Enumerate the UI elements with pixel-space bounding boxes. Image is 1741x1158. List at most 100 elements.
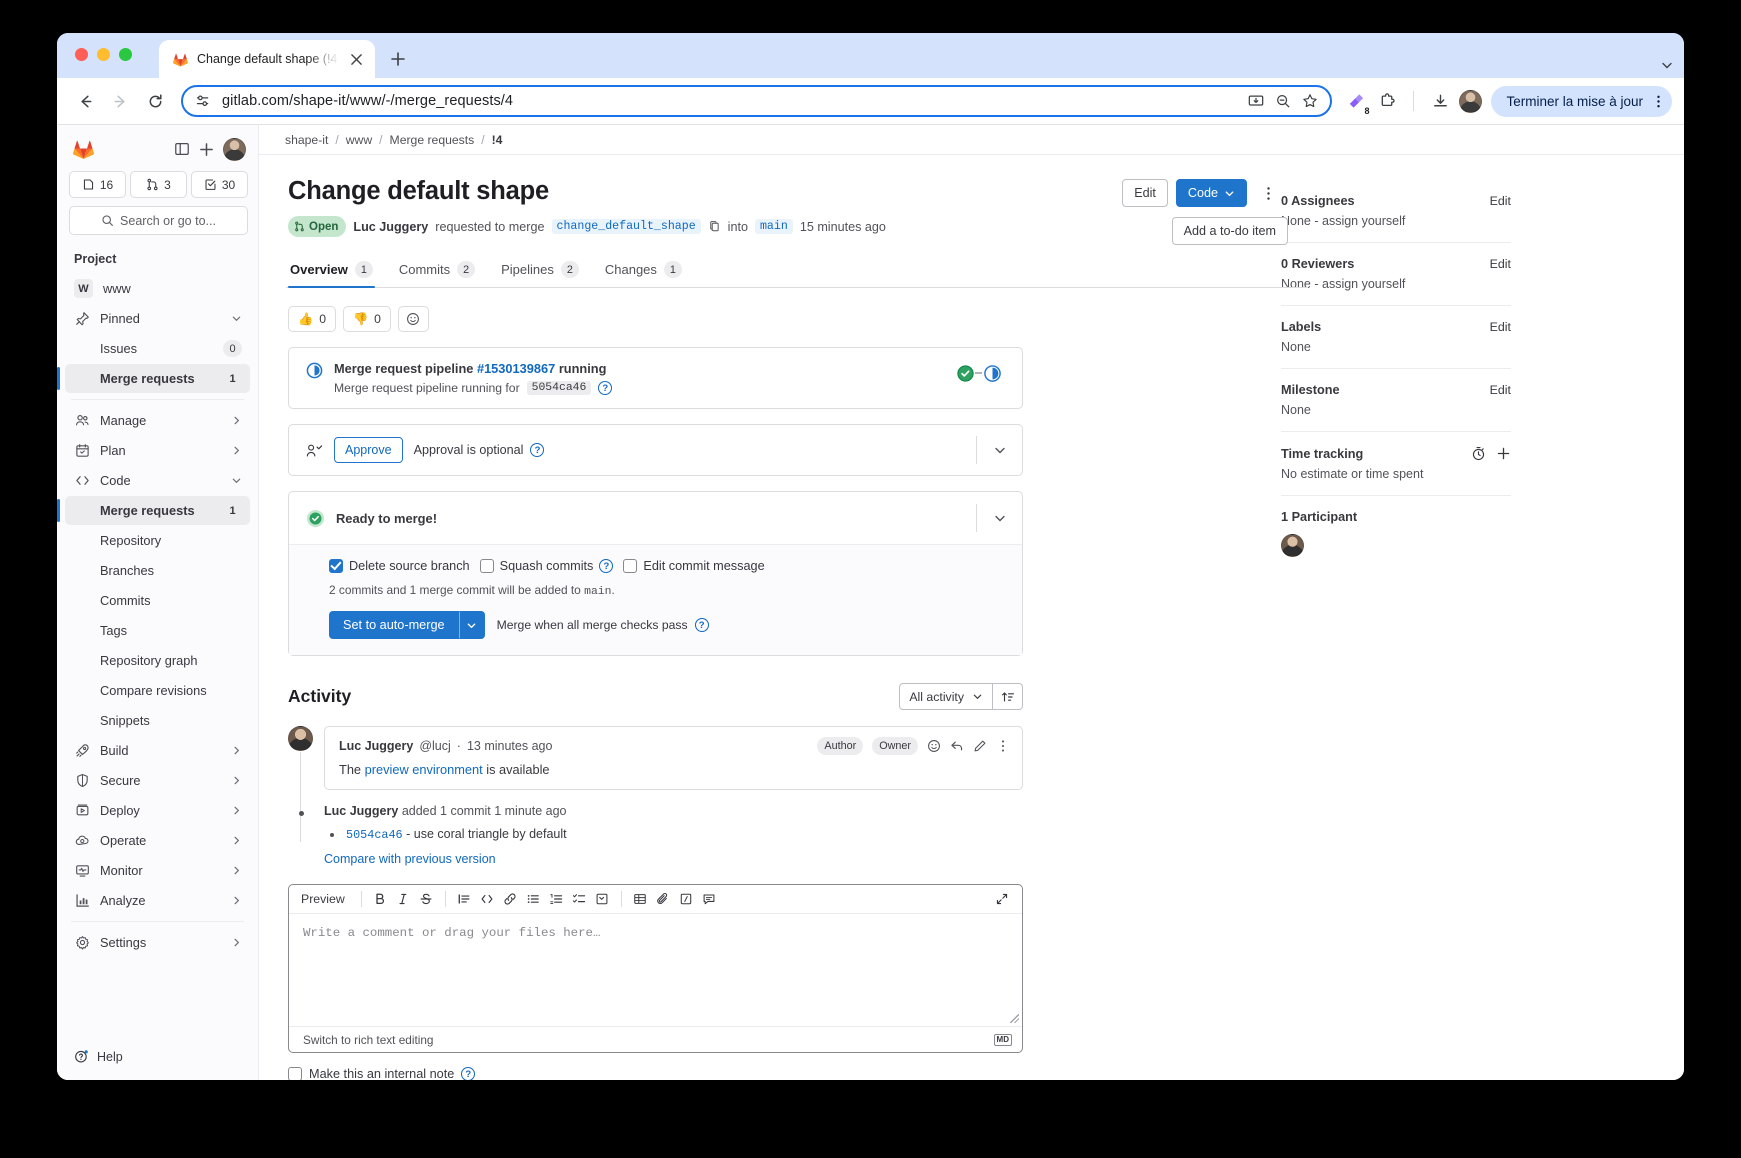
copy-branch-icon[interactable] [708, 220, 721, 233]
tab-overview[interactable]: Overview 1 [288, 255, 375, 288]
plus-icon[interactable] [1496, 446, 1511, 461]
pipeline-id-link[interactable]: #1530139867 [477, 361, 555, 376]
create-new-icon[interactable] [199, 142, 214, 157]
more-vertical-icon[interactable] [1651, 94, 1666, 109]
sidebar-item-compare-revisions[interactable]: Compare revisions [65, 676, 250, 705]
labels-edit-button[interactable]: Edit [1490, 320, 1511, 334]
approve-button[interactable]: Approve [334, 437, 403, 463]
sidebar-item-operate[interactable]: Operate [65, 826, 250, 855]
merge-requests-count-chip[interactable]: 3 [130, 171, 187, 198]
internal-note-option[interactable]: Make this an internal note ? [288, 1067, 476, 1080]
edit-commit-message-checkbox[interactable] [623, 559, 638, 573]
bold-icon[interactable] [370, 889, 391, 910]
resize-handle[interactable] [1010, 1014, 1019, 1023]
window-controls[interactable] [75, 48, 132, 61]
comment-template-icon[interactable] [699, 889, 720, 910]
sidebar-item-monitor[interactable]: Monitor [65, 856, 250, 885]
sidebar-item-settings[interactable]: Settings [65, 928, 250, 957]
preview-tab[interactable]: Preview [299, 892, 353, 906]
merge-collapse-toggle[interactable] [976, 504, 1022, 532]
tune-site-settings-icon[interactable] [195, 93, 211, 109]
sidebar-item-commits[interactable]: Commits [65, 586, 250, 615]
sidebar-item-issues[interactable]: Issues 0 [65, 334, 250, 363]
close-window-button[interactable] [75, 48, 88, 61]
download-icon[interactable] [1424, 85, 1456, 117]
auto-merge-split-button[interactable]: Set to auto-merge [329, 611, 485, 639]
star-bookmark-icon[interactable] [1302, 93, 1318, 109]
bulleted-list-icon[interactable] [523, 889, 544, 910]
pipeline-sha[interactable]: 5054ca46 [526, 381, 592, 395]
todos-count-chip[interactable]: 30 [191, 171, 248, 198]
note-author[interactable]: Luc Juggery [339, 739, 413, 753]
breadcrumb-item-0[interactable]: shape-it [285, 133, 328, 147]
help-icon[interactable]: ? [598, 381, 613, 395]
browser-tab[interactable]: Change default shape (!4) · M [159, 40, 375, 78]
stopwatch-icon[interactable] [1471, 446, 1486, 461]
more-vertical-icon[interactable] [996, 739, 1010, 753]
strikethrough-icon[interactable] [416, 889, 437, 910]
table-icon[interactable] [630, 889, 651, 910]
delete-source-branch-checkbox[interactable] [329, 559, 343, 573]
assignees-value[interactable]: None - assign yourself [1281, 214, 1511, 228]
collapsible-icon[interactable] [592, 889, 613, 910]
quick-actions-icon[interactable] [676, 889, 697, 910]
code-button[interactable]: Code [1175, 179, 1247, 207]
add-reaction-button[interactable] [397, 306, 429, 332]
sidebar-item-repository-graph[interactable]: Repository graph [65, 646, 250, 675]
minimize-window-button[interactable] [97, 48, 110, 61]
issues-count-chip[interactable]: 16 [69, 171, 126, 198]
address-bar[interactable]: gitlab.com/shape-it/www/-/merge_requests… [181, 85, 1333, 117]
thumbs-up-button[interactable]: 👍 0 [288, 306, 336, 332]
help-icon[interactable]: ? [694, 618, 709, 632]
back-arrow-icon[interactable] [69, 85, 101, 117]
switch-rich-text-link[interactable]: Switch to rich text editing [303, 1033, 433, 1047]
avatar[interactable] [288, 726, 313, 751]
source-branch-chip[interactable]: change_default_shape [551, 219, 701, 234]
assignees-edit-button[interactable]: Edit [1490, 194, 1511, 208]
sidebar-item-tags[interactable]: Tags [65, 616, 250, 645]
gitlab-logo-icon[interactable] [71, 137, 96, 161]
activity-sort-button[interactable] [993, 683, 1023, 710]
close-icon[interactable] [347, 50, 366, 69]
internal-note-checkbox[interactable] [288, 1067, 302, 1080]
search-input[interactable]: Search or go to... [69, 206, 248, 235]
maximize-window-button[interactable] [119, 48, 132, 61]
task-list-icon[interactable] [569, 889, 590, 910]
sidebar-item-deploy[interactable]: Deploy [65, 796, 250, 825]
preview-environment-link[interactable]: preview environment [365, 762, 483, 777]
commit-sha-link[interactable]: 5054ca46 [346, 828, 403, 842]
more-vertical-icon[interactable] [1255, 179, 1281, 207]
help-button[interactable]: Help [57, 1039, 258, 1080]
edit-commit-message-option[interactable]: Edit commit message [623, 559, 765, 573]
reply-icon[interactable] [950, 739, 964, 753]
reviewers-value[interactable]: None - assign yourself [1281, 277, 1511, 291]
sidebar-item-branches[interactable]: Branches [65, 556, 250, 585]
edit-button[interactable]: Edit [1122, 179, 1168, 207]
quote-icon[interactable] [454, 889, 475, 910]
extension-icon[interactable]: 8 [1342, 88, 1369, 116]
milestone-edit-button[interactable]: Edit [1490, 383, 1511, 397]
help-icon[interactable]: ? [599, 559, 614, 573]
new-tab-button[interactable] [384, 45, 412, 73]
help-icon[interactable]: ? [530, 443, 545, 457]
breadcrumb-item-2[interactable]: Merge requests [390, 133, 475, 147]
reload-icon[interactable] [139, 85, 171, 117]
zoom-out-icon[interactable] [1275, 93, 1291, 109]
link-icon[interactable] [500, 889, 521, 910]
pipeline-stage-success-icon[interactable] [955, 363, 975, 383]
italic-icon[interactable] [393, 889, 414, 910]
thumbs-down-button[interactable]: 👎 0 [342, 306, 391, 332]
help-icon[interactable]: ? [461, 1067, 476, 1080]
squash-commits-option[interactable]: Squash commits ? [479, 559, 614, 573]
set-auto-merge-button[interactable]: Set to auto-merge [329, 611, 459, 639]
sidebar-item-snippets[interactable]: Snippets [65, 706, 250, 735]
numbered-list-icon[interactable] [546, 889, 567, 910]
sidebar-item-merge-requests-pinned[interactable]: Merge requests 1 [57, 364, 250, 393]
sidebar-item-pinned[interactable]: Pinned [65, 304, 250, 333]
sidebar-item-build[interactable]: Build [65, 736, 250, 765]
user-avatar[interactable] [223, 137, 246, 161]
emoji-icon[interactable] [927, 739, 941, 753]
sidebar-item-project[interactable]: W www [65, 274, 250, 303]
sidebar-item-merge-requests[interactable]: Merge requests 1 [57, 496, 250, 525]
target-branch-chip[interactable]: main [754, 219, 793, 234]
